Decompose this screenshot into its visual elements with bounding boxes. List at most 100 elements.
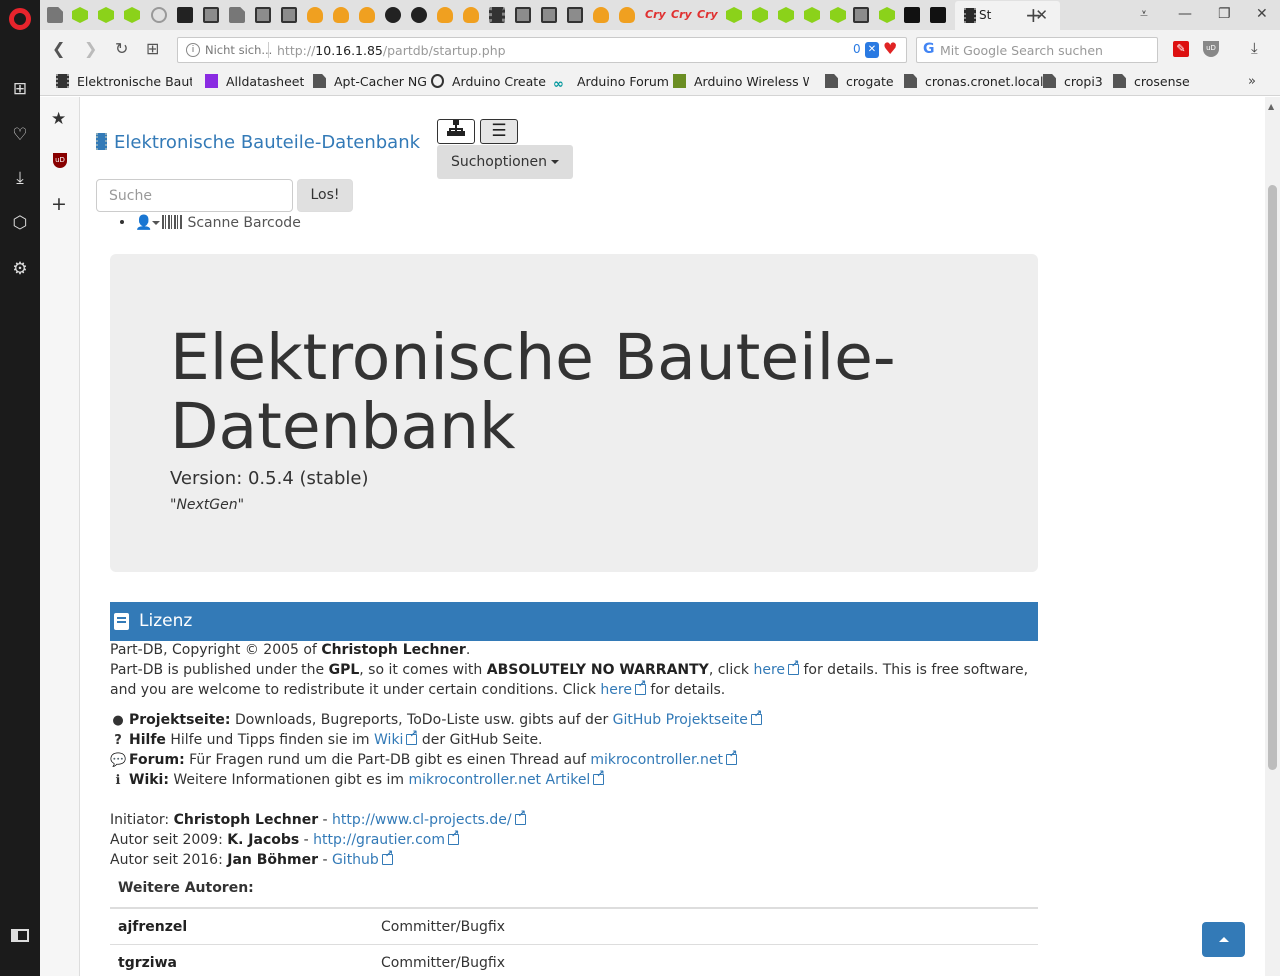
bookmark-heart-icon[interactable]: ♥ [883, 39, 897, 58]
settings-gear-icon[interactable]: ⚙ [9, 258, 31, 280]
tab-photo-icon[interactable] [567, 7, 583, 23]
tab-photo-icon[interactable] [853, 7, 869, 23]
tabs-grid-icon[interactable]: ⊞ [146, 39, 159, 58]
tab-doc-icon[interactable] [47, 7, 63, 23]
sidebar-toggle-icon[interactable] [11, 929, 29, 942]
tab-orange-icon[interactable] [463, 7, 479, 23]
tab-cry-icon[interactable]: Cry [697, 8, 718, 24]
tab-photo-icon[interactable] [281, 7, 297, 23]
search-input[interactable] [96, 179, 293, 212]
comments-icon: 💬 [110, 753, 127, 768]
navbar-brand[interactable]: Elektronische Bauteile-Datenbank [96, 132, 420, 153]
opera-logo-icon[interactable] [9, 8, 31, 30]
caret-down-icon[interactable] [152, 221, 161, 225]
tab-orange-icon[interactable] [307, 7, 323, 23]
star-icon[interactable]: ★ [51, 109, 66, 129]
close-window-icon[interactable]: ✕ [1256, 6, 1268, 22]
forum-link[interactable]: mikrocontroller.net [590, 749, 737, 768]
tab-hex-icon[interactable] [726, 7, 742, 23]
forward-icon[interactable]: ❯ [84, 39, 97, 58]
search-submit-button[interactable]: Los! [297, 179, 353, 212]
tab-hex-icon[interactable] [98, 7, 114, 23]
tab-photo-icon[interactable] [541, 7, 557, 23]
bookmark-item[interactable]: Arduino Wireless W [673, 74, 809, 89]
cube-icon[interactable]: ⬡ [9, 212, 31, 234]
address-bar[interactable]: i Nicht sich... http://10.16.1.85/partdb… [177, 37, 907, 63]
info-icon[interactable]: i [186, 43, 200, 57]
tab-photo-icon[interactable] [255, 7, 271, 23]
scan-barcode-link[interactable]: Scanne Barcode [187, 215, 300, 231]
tab-orange-icon[interactable] [359, 7, 375, 23]
ublock-icon[interactable]: uD [1203, 41, 1219, 57]
wiki-link[interactable]: Wiki [374, 729, 418, 748]
menu-button[interactable]: ☰ [480, 119, 518, 144]
adblock-shield-icon[interactable]: ✕ [865, 42, 879, 58]
tab-github-icon[interactable] [385, 7, 401, 23]
speed-dial-icon[interactable]: ⊞ [9, 78, 31, 100]
user-icon[interactable]: 👤 [135, 215, 152, 231]
url-text[interactable]: http://10.16.1.85/partdb/startup.php [277, 43, 506, 58]
new-tab-button[interactable]: + [1025, 3, 1042, 27]
bookmark-item[interactable]: Arduino Create [431, 74, 546, 89]
cl-projects-link[interactable]: http://www.cl-projects.de/ [332, 809, 526, 828]
scroll-up-icon[interactable]: ▲ [1268, 102, 1274, 111]
tab-cry-icon[interactable]: Cry [671, 8, 692, 24]
tab-hex-icon[interactable] [879, 7, 895, 23]
github-project-link[interactable]: GitHub Projektseite [613, 709, 763, 728]
back-to-top-button[interactable] [1202, 922, 1245, 957]
bookmark-item[interactable]: crosense [1113, 74, 1190, 89]
grautier-link[interactable]: http://grautier.com [313, 829, 459, 848]
tab-photo-icon[interactable] [515, 7, 531, 23]
reload-icon[interactable]: ↻ [115, 39, 128, 58]
tab-photo-icon[interactable] [203, 7, 219, 23]
tab-blog-icon[interactable] [930, 7, 946, 23]
github-author-link[interactable]: Github [332, 849, 393, 868]
scrollbar-thumb[interactable] [1268, 185, 1277, 770]
web-search-box[interactable]: G Mit Google Search suchen [916, 37, 1158, 63]
tab-orange-icon[interactable] [619, 7, 635, 23]
tab-hex-icon[interactable] [752, 7, 768, 23]
tab-hex-icon[interactable] [778, 7, 794, 23]
license-here-link[interactable]: here [600, 679, 646, 698]
extension-pencil-icon[interactable]: ✎ [1173, 41, 1189, 57]
heart-icon[interactable]: ♡ [9, 124, 31, 146]
gpl-here-link[interactable]: here [753, 659, 799, 678]
download-icon[interactable]: ⤓ [9, 167, 31, 189]
tab-orange-icon[interactable] [593, 7, 609, 23]
bookmark-item[interactable]: Elektronische Baute [56, 74, 192, 89]
tab-hex-icon[interactable] [804, 7, 820, 23]
bookmark-item[interactable]: ∞ Arduino Forum [553, 74, 669, 92]
downloads-icon[interactable]: ⤓ [1251, 39, 1267, 57]
tab-loading-icon[interactable] [151, 7, 167, 23]
security-label[interactable]: Nicht sich... [205, 43, 272, 57]
search-options-dropdown[interactable]: Suchoptionen [437, 145, 573, 179]
page-scrollbar[interactable]: ▲ [1265, 97, 1280, 976]
bookmark-item[interactable]: cronas.cronet.local [904, 74, 1043, 89]
minimize-icon[interactable]: — [1178, 6, 1192, 22]
tree-view-button[interactable] [437, 119, 475, 144]
tab-chip-icon[interactable] [489, 7, 505, 23]
tab-site-icon[interactable] [411, 7, 427, 23]
tab-cry-icon[interactable]: Cry [645, 8, 666, 24]
tab-doc-icon[interactable] [229, 7, 245, 23]
barcode-icon[interactable] [162, 215, 183, 229]
tab-hex-icon[interactable] [830, 7, 846, 23]
add-panel-icon[interactable]: + [51, 193, 67, 215]
tab-menu-icon[interactable]: ⩡ [1140, 6, 1148, 22]
back-icon[interactable]: ❮ [52, 39, 65, 58]
tab-orange-icon[interactable] [437, 7, 453, 23]
more-bookmarks-icon[interactable]: » [1248, 74, 1256, 89]
tab-hex-icon[interactable] [124, 7, 140, 23]
bookmark-item[interactable]: Alldatasheet [205, 74, 304, 89]
bookmark-item[interactable]: cropi3 [1043, 74, 1103, 89]
bookmark-item[interactable]: crogate [825, 74, 894, 89]
tab-hex-icon[interactable] [72, 7, 88, 23]
active-tab[interactable]: St ✕ [955, 1, 1060, 30]
tab-dark-icon[interactable] [177, 7, 193, 23]
tab-openwrt-icon[interactable] [904, 7, 920, 23]
ublock-panel-icon[interactable]: uD [53, 153, 67, 168]
tab-orange-icon[interactable] [333, 7, 349, 23]
restore-icon[interactable]: ❐ [1218, 6, 1231, 22]
bookmark-item[interactable]: Apt-Cacher NG [313, 74, 427, 89]
article-link[interactable]: mikrocontroller.net Artikel [408, 769, 604, 788]
